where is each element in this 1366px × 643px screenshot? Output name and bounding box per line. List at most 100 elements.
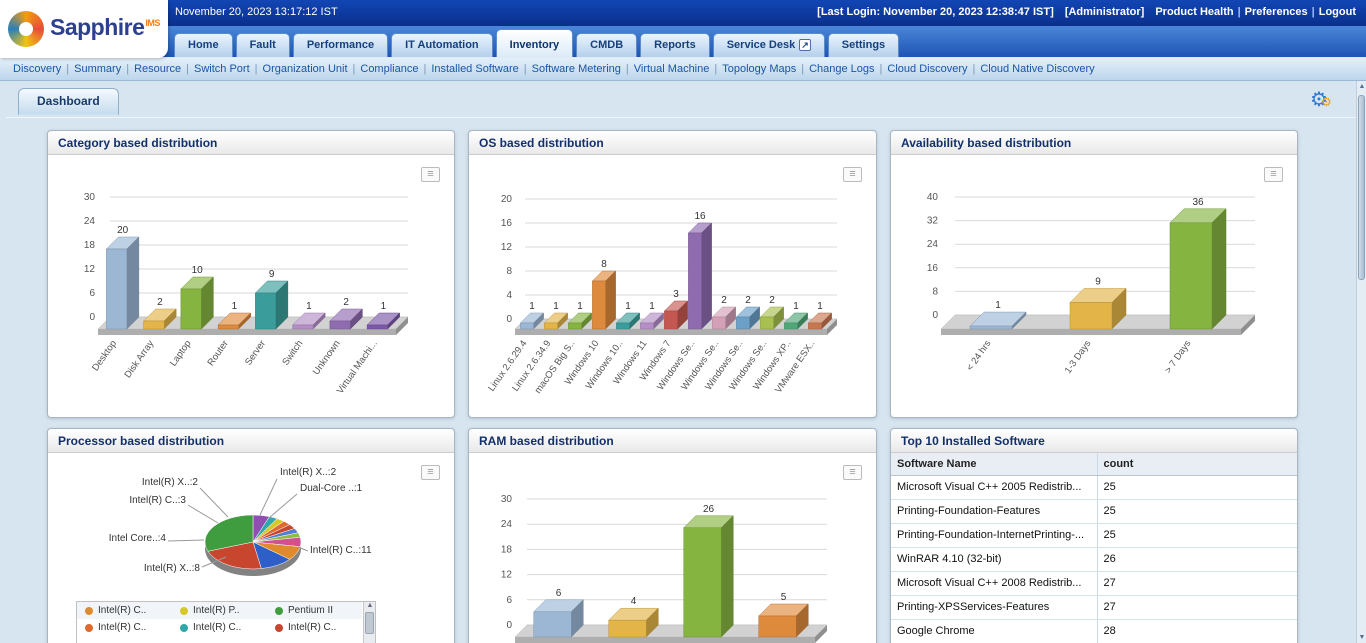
link-product-health[interactable]: Product Health <box>1155 6 1233 18</box>
subnav-item-topology-maps[interactable]: Topology Maps <box>722 63 796 75</box>
separator: | <box>625 63 629 75</box>
dashboard-settings-gear-icon[interactable]: ⚙ ⚙ <box>1310 87 1334 111</box>
svg-text:Intel Core..:4: Intel Core..:4 <box>109 533 167 544</box>
panel-processor-distribution: Processor based distribution ≡ Intel(R) … <box>47 428 455 643</box>
subnav-item-resource[interactable]: Resource <box>134 63 181 75</box>
availability-bar-chart: 0 8 16 24 32 40 1 < 24 hrs 9 1-3 Days 36 > 7 Days <box>927 192 1256 376</box>
panel-header: Category based distribution <box>48 131 454 155</box>
tab-label: IT Automation <box>405 39 479 51</box>
scroll-down-icon[interactable]: ▼ <box>1357 634 1366 641</box>
subnav-item-virtual-machine[interactable]: Virtual Machine <box>634 63 710 75</box>
svg-text:5: 5 <box>781 592 787 603</box>
tab-service-desk[interactable]: Service Desk ↗ <box>712 33 825 57</box>
subnav-item-change-logs[interactable]: Change Logs <box>809 63 874 75</box>
chart-menu-icon[interactable]: ≡ <box>843 167 862 182</box>
scroll-up-icon[interactable]: ▲ <box>1357 83 1366 90</box>
separator: | <box>1311 6 1315 18</box>
svg-text:8: 8 <box>601 259 607 270</box>
svg-text:6: 6 <box>506 595 512 606</box>
svg-text:30: 30 <box>501 494 513 505</box>
pie-legend: Intel(R) C.. Intel(R) P.. Pentium II Intel(… <box>76 601 376 643</box>
panel-category-distribution: Category based distribution ≡ 0 6 12 18 24 30… <box>47 130 455 418</box>
svg-text:Disk Array: Disk Array <box>122 338 156 380</box>
table-row[interactable]: Microsoft Visual C++ 2005 Redistrib... 25 <box>891 475 1297 500</box>
panel-os-distribution: OS based distribution ≡ 0 4 8 12 16 20 1 Linux … <box>468 130 877 418</box>
column-header-software-name[interactable]: Software Name <box>891 453 1097 476</box>
svg-text:16: 16 <box>927 263 939 274</box>
table-row[interactable]: Printing-XPSServices-Features 27 <box>891 595 1297 620</box>
tab-it-automation[interactable]: IT Automation <box>391 33 493 57</box>
subnav-item-installed-software[interactable]: Installed Software <box>431 63 518 75</box>
svg-text:12: 12 <box>501 570 513 581</box>
subnav-item-switch-port[interactable]: Switch Port <box>194 63 250 75</box>
chart-menu-icon[interactable]: ≡ <box>421 465 440 480</box>
separator: | <box>352 63 356 75</box>
table-cell: 27 <box>1096 571 1297 596</box>
svg-text:1: 1 <box>817 301 823 312</box>
table-cell: 28 <box>1096 619 1297 643</box>
svg-text:18: 18 <box>501 544 513 555</box>
legend-label: Intel(R) P.. <box>193 605 240 616</box>
scroll-up-icon[interactable]: ▲ <box>364 602 375 609</box>
separator: | <box>66 63 70 75</box>
table-row[interactable]: Microsoft Visual C++ 2008 Redistrib... 27 <box>891 571 1297 596</box>
subnav-item-compliance[interactable]: Compliance <box>360 63 418 75</box>
legend-color-dot <box>180 623 188 632</box>
tab-settings[interactable]: Settings <box>827 33 900 57</box>
legend-item: Intel(R) C.. <box>267 619 362 636</box>
separator: | <box>523 63 527 75</box>
tab-fault[interactable]: Fault <box>235 33 290 57</box>
svg-text:> 7 Days: > 7 Days <box>1163 338 1194 375</box>
subnav-item-cloud-native-discovery[interactable]: Cloud Native Discovery <box>980 63 1094 75</box>
svg-text:Laptop: Laptop <box>168 338 194 368</box>
page-scrollbar[interactable]: ▲ ▼ <box>1356 81 1366 643</box>
topbar: November 20, 2023 13:17:12 IST [Last Log… <box>0 0 1366 26</box>
svg-text:0: 0 <box>932 310 938 321</box>
link-preferences[interactable]: Preferences <box>1245 6 1308 18</box>
panel-header: Processor based distribution <box>48 429 454 453</box>
svg-text:Intel(R) X..:2: Intel(R) X..:2 <box>280 467 337 478</box>
subnav-item-discovery[interactable]: Discovery <box>13 63 61 75</box>
legend-scrollbar[interactable]: ▲ ▼ <box>363 602 375 643</box>
table-row[interactable]: Printing-Foundation-Features 25 <box>891 499 1297 524</box>
svg-text:16: 16 <box>501 218 513 229</box>
chart-menu-icon[interactable]: ≡ <box>421 167 440 182</box>
table-cell: Google Chrome <box>891 619 1097 643</box>
panel-title: Availability based distribution <box>901 135 1072 150</box>
external-link-icon: ↗ <box>799 39 811 51</box>
svg-text:1: 1 <box>793 301 799 312</box>
link-logout[interactable]: Logout <box>1319 6 1356 18</box>
sapphire-logo-text: SapphireIMS <box>50 14 160 40</box>
svg-text:12: 12 <box>84 264 96 275</box>
column-header-count[interactable]: count <box>1096 453 1297 476</box>
legend-color-dot <box>85 606 93 615</box>
page-scroll-thumb[interactable] <box>1358 95 1365 280</box>
chart-menu-icon[interactable]: ≡ <box>843 465 862 480</box>
tab-inventory[interactable]: Inventory <box>495 29 574 57</box>
chart-menu-icon[interactable]: ≡ <box>1264 167 1283 182</box>
subnav-item-software-metering[interactable]: Software Metering <box>532 63 621 75</box>
tab-home[interactable]: Home <box>174 33 233 57</box>
sapphire-logo[interactable]: SapphireIMS <box>0 0 168 58</box>
tab-performance[interactable]: Performance <box>292 33 389 57</box>
subnav-item-organization-unit[interactable]: Organization Unit <box>263 63 348 75</box>
subnav-item-summary[interactable]: Summary <box>74 63 121 75</box>
svg-text:30: 30 <box>84 192 96 203</box>
content-area: Dashboard ⚙ ⚙ Category based distributio… <box>0 81 1366 643</box>
svg-text:24: 24 <box>84 216 96 227</box>
svg-text:2: 2 <box>745 295 751 306</box>
tab-reports[interactable]: Reports <box>640 33 710 57</box>
separator: | <box>186 63 190 75</box>
tab-dashboard[interactable]: Dashboard <box>18 88 119 115</box>
table-row[interactable]: Google Chrome 28 <box>891 619 1297 643</box>
svg-text:4: 4 <box>631 596 637 607</box>
table-row[interactable]: WinRAR 4.10 (32-bit) 26 <box>891 547 1297 572</box>
legend-scroll-thumb[interactable] <box>365 612 374 634</box>
tab-cmdb[interactable]: CMDB <box>576 33 638 57</box>
legend-color-dot <box>275 606 283 615</box>
processor-pie-chart: Intel(R) X..:2 Dual-Core ..:1 Intel(R) X..… <box>109 467 372 576</box>
subnav-item-cloud-discovery[interactable]: Cloud Discovery <box>887 63 967 75</box>
table-row[interactable]: Printing-Foundation-InternetPrinting-...… <box>891 523 1297 548</box>
ram-bar-chart: 0 6 12 18 24 30 6 4 26 5 <box>501 494 828 643</box>
panel-top-installed-software: Top 10 Installed Software Software Name c… <box>890 428 1298 643</box>
